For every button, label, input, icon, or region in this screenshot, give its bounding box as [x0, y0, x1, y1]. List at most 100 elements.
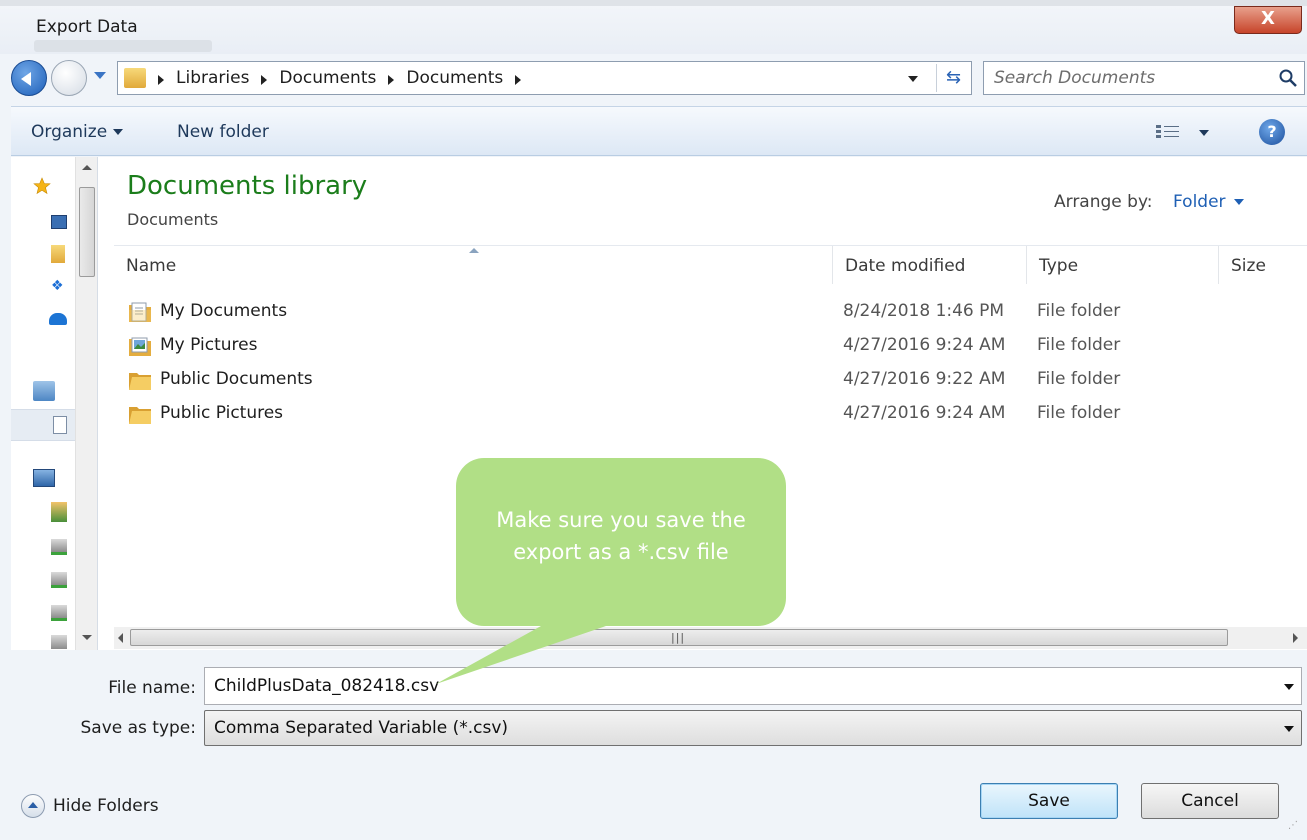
callout-line-1: Make sure you save the [496, 508, 746, 532]
file-type: File folder [1037, 301, 1121, 321]
computer-icon[interactable] [33, 469, 55, 487]
folder-icon [129, 407, 151, 424]
file-row[interactable]: My Pictures 4/27/2016 9:24 AM File folde… [114, 330, 1307, 364]
organize-label: Organize [31, 122, 108, 142]
libraries-icon[interactable] [33, 381, 55, 401]
chevron-up-icon [21, 794, 45, 818]
library-title: Documents library [127, 171, 368, 201]
breadcrumb-chevron-icon[interactable] [261, 75, 268, 85]
nav-item-documents-selected[interactable] [11, 409, 75, 441]
window-title: Export Data [36, 17, 138, 37]
file-name: My Pictures [160, 335, 258, 355]
folder-icon [124, 68, 146, 88]
file-row[interactable]: Public Pictures 4/27/2016 9:24 AM File f… [114, 398, 1307, 432]
address-dropdown-icon[interactable] [908, 76, 918, 82]
folder-icon [129, 373, 151, 390]
callout-shape [436, 458, 786, 684]
breadcrumb: Libraries Documents Documents [158, 68, 522, 88]
breadcrumb-documents[interactable]: Documents [279, 68, 376, 88]
top-edge [0, 0, 1307, 6]
dropbox-icon[interactable]: ❖ [51, 279, 65, 293]
breadcrumb-chevron-icon[interactable] [158, 75, 164, 85]
onedrive-icon[interactable] [49, 313, 67, 325]
save-as-type-label: Save as type: [80, 718, 196, 738]
file-date: 4/27/2016 9:22 AM [843, 369, 1006, 389]
view-details-icon[interactable] [1155, 123, 1181, 141]
callout-line-2: export as a *.csv file [513, 540, 729, 564]
organize-menu[interactable]: Organize [31, 122, 124, 142]
navigation-scrollbar[interactable] [75, 157, 97, 650]
scroll-thumb[interactable] [79, 187, 95, 277]
search-input[interactable] [994, 66, 1264, 90]
column-header-size[interactable]: Size [1218, 246, 1307, 284]
file-date: 8/24/2018 1:46 PM [843, 301, 1005, 321]
breadcrumb-documents-sub[interactable]: Documents [406, 68, 503, 88]
file-type: File folder [1037, 403, 1121, 423]
chevron-down-icon[interactable] [1284, 726, 1294, 732]
breadcrumb-chevron-icon[interactable] [388, 75, 395, 85]
view-options-dropdown-icon[interactable] [1199, 130, 1209, 136]
search-icon[interactable] [1278, 68, 1298, 88]
hide-folders-toggle[interactable]: Hide Folders [21, 794, 159, 818]
drive-icon[interactable] [51, 605, 67, 621]
arrange-by-value: Folder [1173, 192, 1226, 212]
desktop-icon[interactable] [51, 215, 67, 229]
new-folder-button[interactable]: New folder [177, 122, 269, 142]
file-name-label: File name: [108, 678, 196, 698]
column-header-name[interactable]: Name [114, 246, 832, 284]
save-button[interactable]: Save [980, 783, 1118, 819]
title-bar: Export Data X [0, 0, 1307, 54]
file-name: Public Documents [160, 369, 313, 389]
file-row[interactable]: Public Documents 4/27/2016 9:22 AM File … [114, 364, 1307, 398]
pictures-folder-icon [129, 337, 151, 356]
documents-folder-icon [129, 302, 151, 322]
network-drive-icon[interactable] [51, 502, 67, 522]
drive-icon[interactable] [51, 635, 67, 649]
file-date: 4/27/2016 9:24 AM [843, 335, 1006, 355]
back-button[interactable] [11, 60, 47, 96]
scroll-down-icon[interactable] [82, 635, 92, 640]
arrange-by-dropdown[interactable]: Folder [1173, 192, 1244, 212]
resize-grip-icon[interactable]: ⋰ [1288, 820, 1298, 831]
file-name: My Documents [160, 301, 288, 321]
breadcrumb-libraries[interactable]: Libraries [176, 68, 249, 88]
scroll-left-icon[interactable] [118, 633, 123, 643]
save-as-type-select[interactable]: Comma Separated Variable (*.csv) [204, 710, 1302, 746]
file-row[interactable]: My Documents 8/24/2018 1:46 PM File fold… [114, 296, 1307, 330]
document-icon [53, 416, 67, 434]
instruction-callout: Make sure you save the export as a *.csv… [436, 458, 786, 684]
drive-icon[interactable] [51, 572, 67, 588]
column-headers: Name Date modified Type Size [114, 245, 1307, 284]
recent-pages-dropdown-icon[interactable] [94, 72, 106, 79]
file-type: File folder [1037, 369, 1121, 389]
chevron-down-icon [113, 129, 124, 135]
command-bar: Organize New folder ? [11, 106, 1307, 156]
callout-bubble [436, 458, 786, 684]
column-header-type[interactable]: Type [1026, 246, 1218, 284]
breadcrumb-chevron-icon[interactable] [515, 75, 522, 85]
file-type: File folder [1037, 335, 1121, 355]
forward-button[interactable] [51, 60, 87, 96]
arrange-by-label: Arrange by: [1054, 192, 1153, 212]
navigation-pane: ❖ [11, 157, 98, 650]
search-box[interactable] [983, 61, 1305, 95]
downloads-folder-icon[interactable] [51, 245, 65, 263]
callout-text: Make sure you save the export as a *.csv… [456, 504, 786, 568]
refresh-icon[interactable]: ⇆ [936, 64, 970, 92]
file-name: Public Pictures [160, 403, 284, 423]
chevron-down-icon[interactable] [1284, 684, 1294, 690]
chevron-down-icon [1233, 199, 1244, 205]
cancel-button[interactable]: Cancel [1141, 783, 1279, 819]
drive-icon[interactable] [51, 539, 67, 555]
favorites-star-icon[interactable] [33, 177, 51, 195]
library-subtitle: Documents [127, 210, 219, 229]
address-bar[interactable]: Libraries Documents Documents ⇆ [117, 61, 972, 95]
scroll-up-icon[interactable] [82, 165, 92, 170]
close-button[interactable]: X [1234, 6, 1302, 34]
save-as-type-value: Comma Separated Variable (*.csv) [214, 718, 509, 738]
help-icon[interactable]: ? [1259, 119, 1285, 145]
scroll-right-icon[interactable] [1293, 633, 1298, 643]
blurred-subtitle [34, 40, 212, 52]
column-header-date-modified[interactable]: Date modified [832, 246, 1026, 284]
export-data-dialog: Export Data X Libraries Documents Docume… [0, 0, 1307, 840]
